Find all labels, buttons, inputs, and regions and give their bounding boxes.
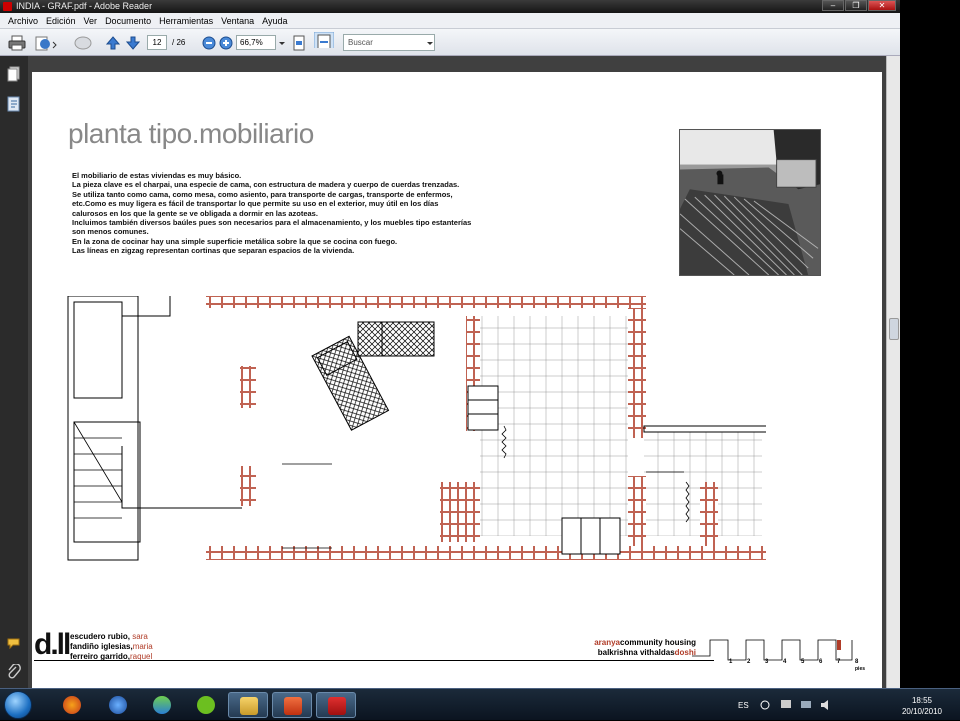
author-name: maria [132,642,153,651]
minimize-button[interactable]: – [822,0,844,11]
zoom-dropdown-icon[interactable] [278,35,286,51]
taskbar-powerpoint[interactable] [272,692,312,718]
folder-icon [240,697,258,715]
title-bar: INDIA - GRAF.pdf - Adobe Reader – ❐ ✕ [0,0,900,13]
pdf-page: planta tipo.mobiliario El mobiliario de … [32,72,882,688]
studio-logo: d.ll [34,628,71,661]
adobe-reader-app-icon [3,2,12,11]
comments-panel-icon[interactable] [7,636,21,652]
close-button[interactable]: ✕ [868,0,896,11]
scale-label: 8 [855,659,859,665]
description-text: El mobiliario de estas viviendas es muy … [72,171,602,256]
project-credits: aranyacommunity housing balkrishna vitha… [562,638,696,658]
spotify-icon [197,696,215,714]
paragraph-line: son menos comunes. [72,227,149,237]
pages-panel-icon[interactable] [7,66,21,82]
menu-ayuda[interactable]: Ayuda [258,13,291,28]
menu-ventana[interactable]: Ventana [217,13,258,28]
paragraph-line: El mobiliario de estas viviendas es muy … [72,171,242,180]
clock[interactable]: 18:55 20/10/2010 [902,695,942,717]
clock-date: 20/10/2010 [901,707,942,716]
paragraph-line: Incluimos también diversos baúles pues s… [72,218,472,228]
toolbar: 12 / 26 66,7% Buscar [0,29,900,56]
zoom-out-icon[interactable] [202,35,216,51]
scrollbar-thumb[interactable] [889,318,899,340]
adobe-reader-window: INDIA - GRAF.pdf - Adobe Reader – ❐ ✕ Ar… [0,0,900,688]
language-indicator[interactable]: ES [738,701,749,710]
start-button[interactable] [4,691,32,719]
scale-label: 3 [765,659,769,665]
search-input[interactable]: Buscar [343,34,435,51]
paragraph-line: La pieza clave es el charpai, una especi… [72,180,460,190]
maximize-button[interactable]: ❐ [845,0,867,11]
paragraph-line: Las líneas en zigzag representan cortina… [72,246,355,256]
authors-block: escudero rubio, sara fandiño iglesias,ma… [70,632,153,662]
print-icon[interactable] [8,35,26,51]
menu-documento[interactable]: Documento [101,13,155,28]
scale-unit: pies [855,666,866,672]
scale-bar [692,639,853,661]
paperclip-icon[interactable] [7,664,21,680]
firefox-icon [63,696,81,714]
zoom-select[interactable]: 66,7% [236,35,276,50]
search-dropdown-icon[interactable] [426,35,434,51]
comment-icon[interactable] [74,35,92,51]
project-name-red: aranya [594,638,620,647]
footer-rule [34,660,714,661]
scale-label: 2 [747,659,751,665]
author-surname: fandiño iglesias, [70,642,133,651]
menu-ver[interactable]: Ver [80,13,102,28]
paragraph-line: calurosos en los que la gente se ve obli… [72,208,318,218]
author-surname: escudero rubio, [70,632,131,641]
previous-page-icon[interactable] [106,35,120,51]
author-name: sara [132,632,148,641]
app-icon [109,696,127,714]
page-total: / 26 [172,38,186,47]
network-icon[interactable] [800,699,812,711]
project-name: community housing [620,638,696,647]
clock-time: 18:55 [911,696,932,705]
paragraph-line: Se utiliza tanto como cama, como mesa, c… [72,189,453,199]
vertical-scrollbar[interactable] [886,56,900,688]
scale-label: 1 [729,659,733,665]
menu-archivo[interactable]: Archivo [4,13,42,28]
scale-label: 7 [837,659,841,665]
charpai-photo [679,129,821,276]
window-title: INDIA - GRAF.pdf - Adobe Reader [16,1,153,11]
page-number-input[interactable]: 12 [147,35,167,50]
share-icon[interactable] [34,35,58,51]
page-heading: planta tipo.mobiliario [68,118,314,149]
taskbar-firefox[interactable] [52,692,92,718]
navigation-panel [0,56,28,688]
menu-bar: Archivo Edición Ver Documento Herramient… [0,13,900,29]
taskbar-vlc[interactable] [98,692,138,718]
next-page-icon[interactable] [126,35,140,51]
fit-width-icon[interactable] [314,32,334,48]
taskbar-spotify[interactable] [186,692,226,718]
messenger-icon [153,696,171,714]
volume-icon[interactable] [820,699,832,711]
taskbar-adobe-reader[interactable] [316,692,356,718]
scale-label: 5 [801,659,805,665]
taskbar-explorer[interactable] [228,692,268,718]
menu-herramientas[interactable]: Herramientas [155,13,217,28]
scale-label: 4 [783,659,787,665]
powerpoint-icon [284,697,302,715]
windows-taskbar: ES 18:55 20/10/2010 [0,688,960,720]
floor-plan-drawing [67,296,766,561]
fit-page-icon[interactable] [292,35,306,51]
scale-label: 6 [819,659,823,665]
taskbar-messenger[interactable] [142,692,182,718]
paragraph-line: etc.Como es muy ligera es fácil de trans… [72,199,439,209]
paragraph-line: En la zona de cocinar hay una simple sup… [72,236,398,246]
adobe-reader-icon [328,697,346,715]
zoom-in-icon[interactable] [219,35,233,51]
system-tray: ES 18:55 20/10/2010 [730,689,960,721]
architect-name: balkrishna vithaldas [597,648,675,657]
help-icon[interactable] [760,698,770,712]
flag-icon[interactable] [780,699,792,711]
attachments-panel-icon[interactable] [7,96,21,112]
menu-edicion[interactable]: Edición [42,13,80,28]
